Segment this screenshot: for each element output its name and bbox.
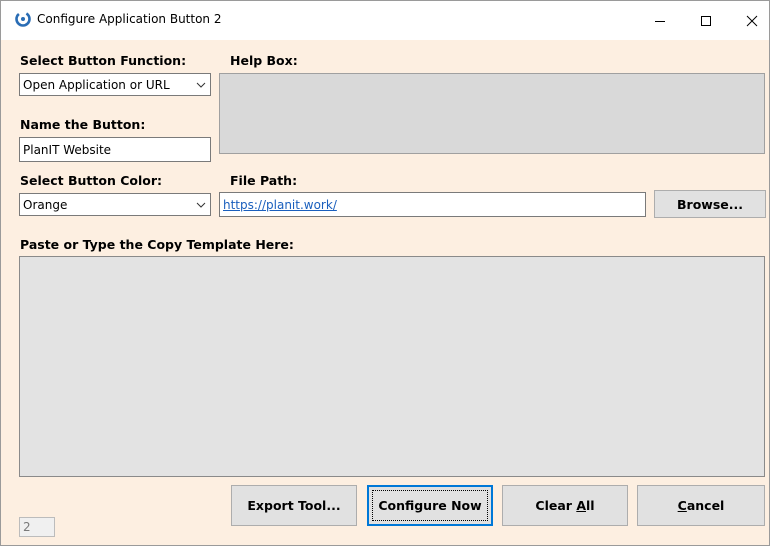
template-textarea[interactable] xyxy=(19,256,765,477)
app-logo-icon xyxy=(15,11,31,27)
chevron-down-icon xyxy=(196,202,206,208)
configure-dialog: Configure Application Button 2 Select Bu… xyxy=(0,0,770,546)
chevron-down-icon xyxy=(196,82,206,88)
button-name-input[interactable]: PlanIT Website xyxy=(19,137,211,162)
clear-all-accelerator: A xyxy=(576,498,586,513)
window-title: Configure Application Button 2 xyxy=(37,12,222,26)
help-box xyxy=(219,73,765,154)
cancel-button[interactable]: Cancel xyxy=(637,485,765,526)
export-tool-button[interactable]: Export Tool... xyxy=(231,485,357,526)
clear-all-label-suffix: ll xyxy=(586,498,595,513)
function-label: Select Button Function: xyxy=(20,53,187,68)
function-select-value: Open Application or URL xyxy=(23,78,170,92)
cancel-label: Cancel xyxy=(678,498,725,513)
minimize-icon xyxy=(655,20,665,22)
file-path-label: File Path: xyxy=(230,173,298,188)
clear-all-button[interactable]: Clear All xyxy=(502,485,628,526)
template-label: Paste or Type the Copy Template Here: xyxy=(20,237,294,252)
configure-now-button[interactable]: Configure Now xyxy=(367,485,493,526)
close-icon xyxy=(746,15,758,26)
clear-all-label-prefix: Clear xyxy=(535,498,577,513)
file-path-input[interactable]: https://planit.work/ xyxy=(219,192,646,217)
minimize-button[interactable] xyxy=(637,1,683,40)
color-label: Select Button Color: xyxy=(20,173,162,188)
title-bar[interactable]: Configure Application Button 2 xyxy=(1,1,769,40)
button-number-field: 2 xyxy=(19,517,55,537)
button-number-value: 2 xyxy=(23,520,31,534)
focus-rectangle xyxy=(372,490,488,521)
color-select-value: Orange xyxy=(23,198,68,212)
button-name-value: PlanIT Website xyxy=(23,143,112,157)
maximize-icon xyxy=(701,15,711,26)
cancel-accelerator: C xyxy=(677,498,687,513)
browse-button[interactable]: Browse... xyxy=(654,190,766,218)
help-label: Help Box: xyxy=(230,53,298,68)
close-button[interactable] xyxy=(729,1,770,40)
name-label: Name the Button: xyxy=(20,117,146,132)
maximize-button[interactable] xyxy=(683,1,729,40)
file-path-value[interactable]: https://planit.work/ xyxy=(223,198,337,212)
export-tool-label: Export Tool... xyxy=(247,498,341,513)
function-select[interactable]: Open Application or URL xyxy=(19,73,211,96)
clear-all-label: Clear All xyxy=(535,498,594,513)
cancel-label-suffix: ancel xyxy=(686,498,725,513)
browse-button-label: Browse... xyxy=(677,196,743,212)
color-select[interactable]: Orange xyxy=(19,193,211,216)
